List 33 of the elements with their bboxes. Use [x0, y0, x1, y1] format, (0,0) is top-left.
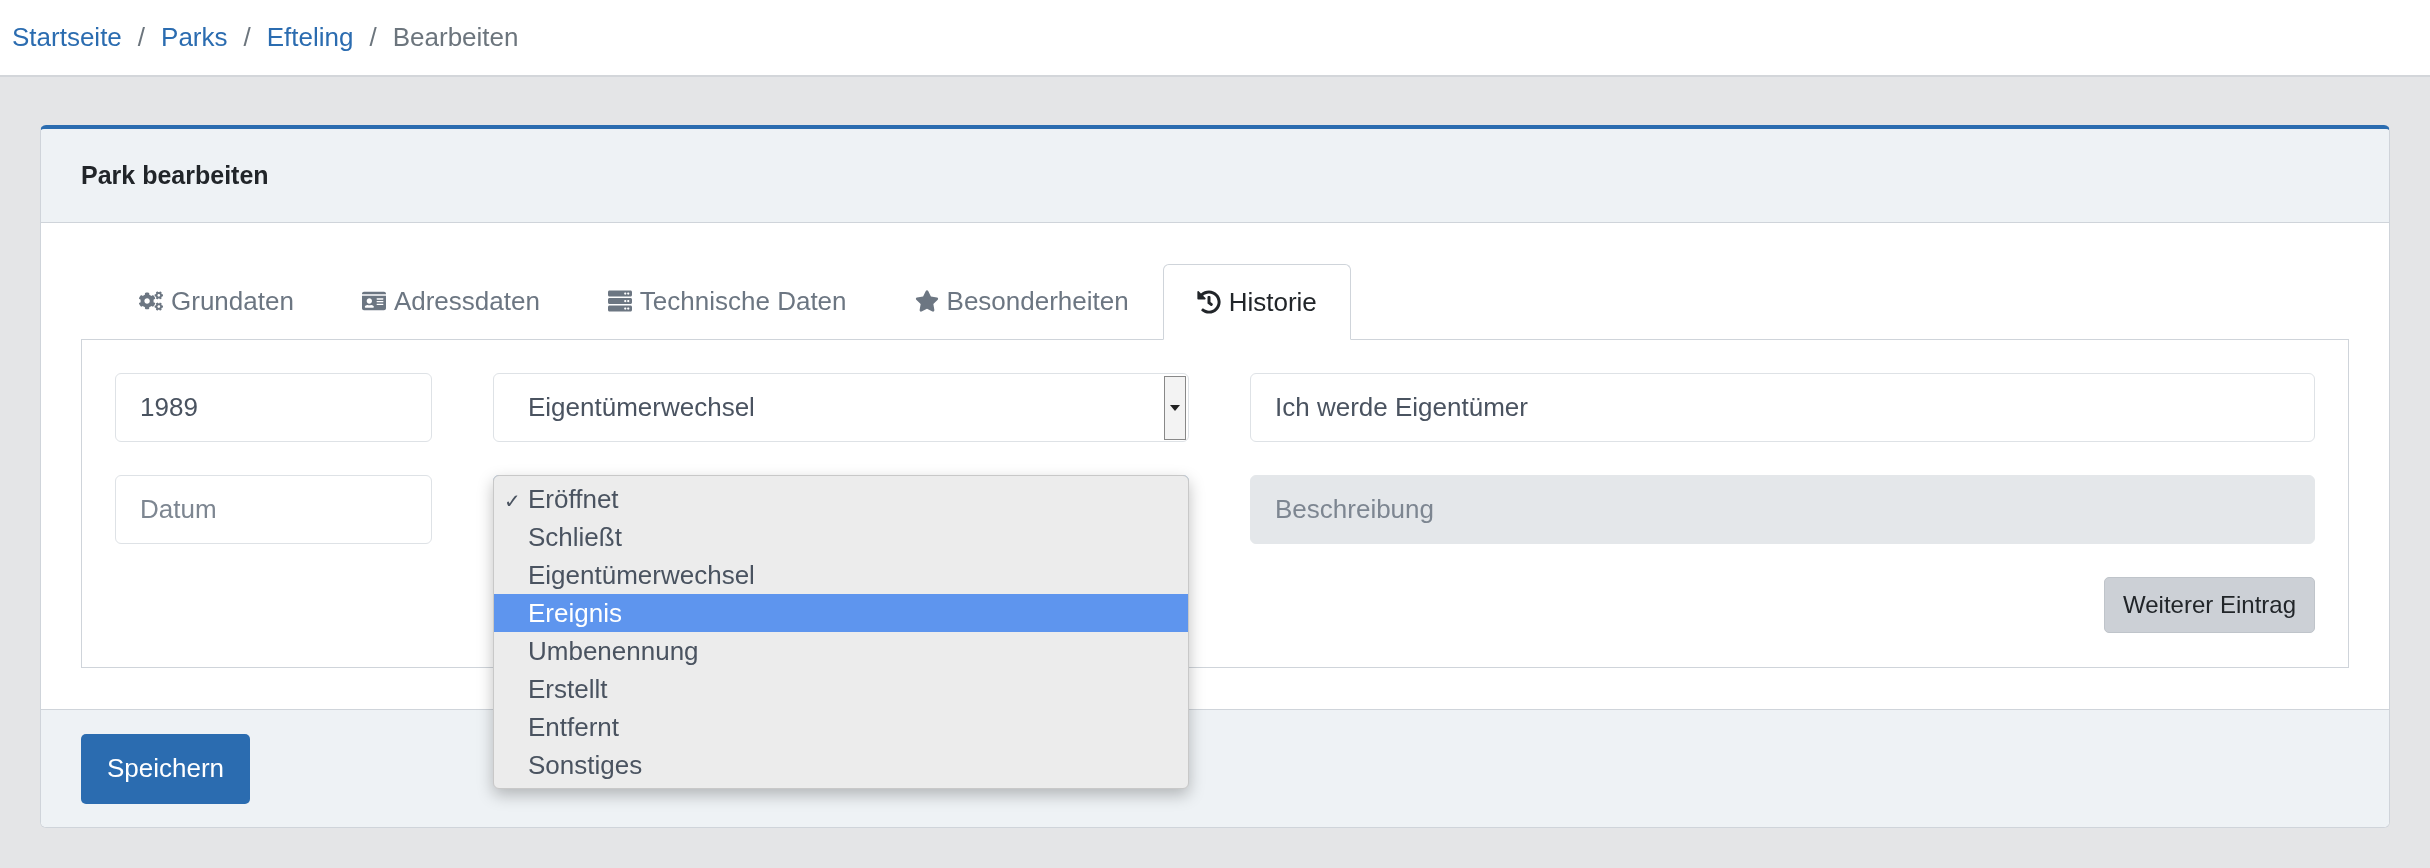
save-button[interactable]: Speichern: [81, 733, 251, 804]
caret-icon: [1164, 375, 1186, 440]
date-field[interactable]: Datum: [115, 475, 432, 544]
dropdown-option[interactable]: ✓ Eröffnet: [494, 480, 1188, 518]
breadcrumb-separator: /: [137, 21, 146, 54]
dropdown-option[interactable]: Sonstiges: [494, 746, 1188, 784]
tab[interactable]: Adressdaten: [327, 263, 574, 339]
list-icon: [607, 289, 632, 313]
add-entry-button[interactable]: Weiterer Eintrag: [2104, 577, 2315, 633]
tab[interactable]: Grundaten: [105, 263, 328, 339]
breadcrumb-current: Bearbeiten: [392, 21, 519, 54]
date-field[interactable]: 1989: [115, 373, 432, 442]
description-field[interactable]: Ich werde Eigentümer: [1250, 373, 2315, 442]
id-card-icon: [361, 289, 386, 313]
check-mark: ✓: [504, 489, 521, 512]
dropdown-option[interactable]: Eigentümerwechsel: [494, 556, 1188, 594]
breadcrumb-separator: /: [243, 21, 251, 54]
dropdown-option[interactable]: Erstellt: [494, 670, 1188, 708]
card-title: Park bearbeiten: [81, 159, 269, 191]
tab[interactable]: Besonderheiten: [880, 263, 1163, 339]
history-icon: [1196, 290, 1221, 314]
dropdown-option[interactable]: Entfernt: [494, 708, 1188, 746]
gears-icon: [139, 289, 163, 313]
tab[interactable]: Technische Daten: [573, 263, 881, 339]
dropdown-option[interactable]: Umbenennung: [494, 632, 1188, 670]
select-field[interactable]: Eigentümerwechsel: [493, 373, 1189, 442]
breadcrumb-link[interactable]: Parks: [161, 18, 228, 57]
star-icon: [914, 289, 939, 313]
breadcrumb-separator: /: [369, 21, 377, 54]
tab[interactable]: Historie: [1162, 264, 1351, 340]
breadcrumb-link[interactable]: Startseite: [12, 18, 122, 57]
breadcrumb-link[interactable]: Efteling: [266, 18, 354, 57]
dropdown-option[interactable]: Schließt: [494, 518, 1188, 556]
